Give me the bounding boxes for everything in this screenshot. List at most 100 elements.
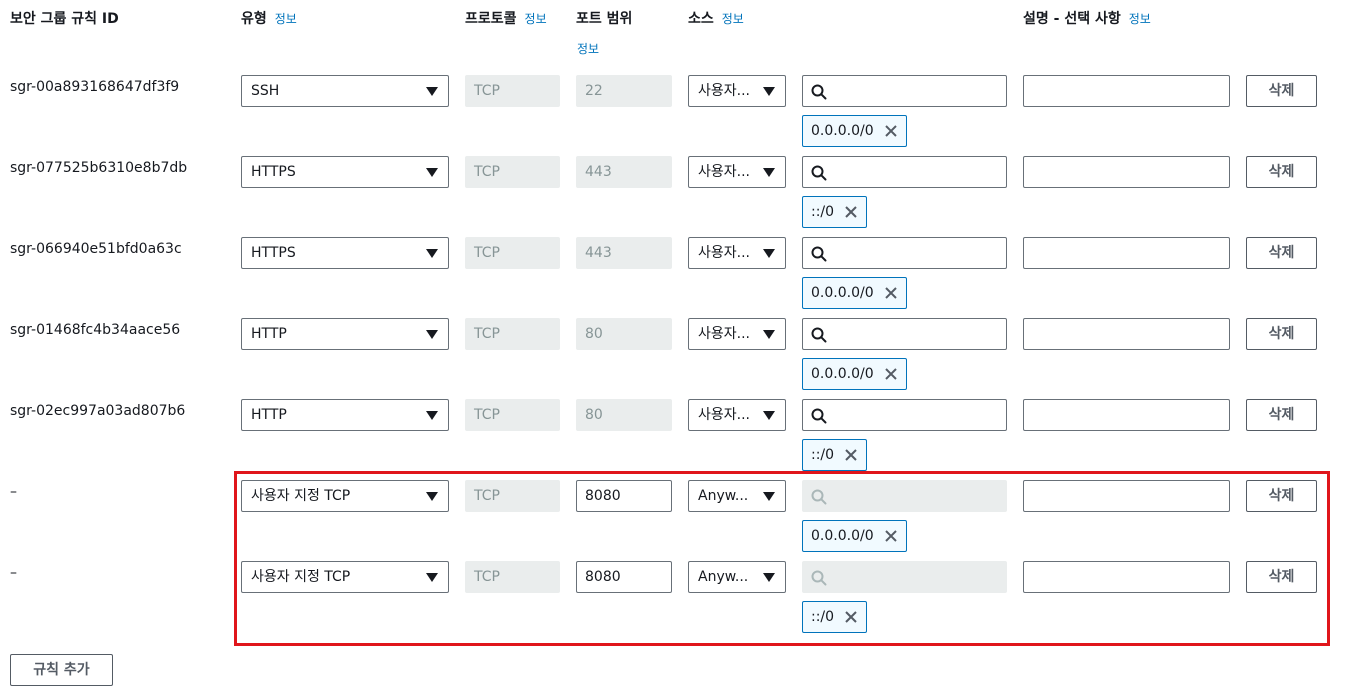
source-info-link[interactable]: 정보 — [722, 12, 744, 26]
port-range-info-link[interactable]: 정보 — [577, 40, 599, 57]
rule-row: sgr-01468fc4b34aace56 HTTP TCP 80 사용자... 0.0.… — [0, 318, 1362, 399]
cidr-token-label: ::/0 — [811, 609, 835, 625]
rule-id: sgr-066940e51bfd0a63c — [10, 241, 182, 257]
header-rule-id: 보안 그룹 규칙 ID — [10, 11, 119, 27]
description-input[interactable] — [1023, 156, 1230, 188]
port-range-input[interactable]: 8080 — [576, 480, 672, 512]
remove-token-icon[interactable] — [884, 367, 898, 381]
rule-row: sgr-066940e51bfd0a63c HTTPS TCP 443 사용자... 0.… — [0, 237, 1362, 318]
description-input[interactable] — [1023, 399, 1230, 431]
add-rule-button[interactable]: 규칙 추가 — [10, 654, 113, 686]
port-range-input[interactable]: 8080 — [576, 561, 672, 593]
caret-down-icon — [763, 411, 775, 420]
type-select-value: 사용자 지정 TCP — [251, 569, 351, 585]
cidr-token-label: 0.0.0.0/0 — [811, 285, 874, 301]
source-search-input[interactable] — [802, 75, 1007, 107]
protocol-field: TCP — [465, 399, 560, 431]
source-select[interactable]: 사용자... — [688, 237, 786, 269]
search-icon — [811, 570, 827, 586]
rule-id: sgr-00a893168647df3f9 — [10, 79, 180, 95]
description-input[interactable] — [1023, 480, 1230, 512]
protocol-field: TCP — [465, 237, 560, 269]
type-select-value: SSH — [251, 83, 280, 99]
source-search-input[interactable] — [802, 318, 1007, 350]
caret-down-icon — [426, 573, 438, 582]
source-select[interactable]: 사용자... — [688, 318, 786, 350]
source-select-value: 사용자... — [698, 245, 750, 261]
description-input[interactable] — [1023, 318, 1230, 350]
search-icon — [811, 165, 827, 181]
type-select-value: 사용자 지정 TCP — [251, 488, 351, 504]
cidr-token-label: ::/0 — [811, 204, 835, 220]
delete-rule-button[interactable]: 삭제 — [1246, 318, 1317, 350]
type-select[interactable]: HTTP — [241, 318, 449, 350]
port-range-field: 22 — [576, 75, 672, 107]
cidr-token: ::/0 — [802, 439, 868, 471]
cidr-token: ::/0 — [802, 601, 868, 633]
source-search-input[interactable] — [802, 237, 1007, 269]
source-search-input[interactable] — [802, 156, 1007, 188]
rule-row: – 사용자 지정 TCP TCP 8080 Anyw...::/0 삭제 — [0, 561, 1362, 642]
type-select[interactable]: 사용자 지정 TCP — [241, 561, 449, 593]
type-info-link[interactable]: 정보 — [275, 12, 297, 26]
rule-id: sgr-02ec997a03ad807b6 — [10, 403, 186, 419]
cidr-token-label: 0.0.0.0/0 — [811, 123, 874, 139]
delete-rule-button[interactable]: 삭제 — [1246, 561, 1317, 593]
protocol-field: TCP — [465, 480, 560, 512]
caret-down-icon — [426, 168, 438, 177]
cidr-token-label: ::/0 — [811, 447, 835, 463]
port-range-field: 80 — [576, 399, 672, 431]
remove-token-icon[interactable] — [844, 205, 858, 219]
rule-id: sgr-077525b6310e8b7db — [10, 160, 188, 176]
source-search-input[interactable] — [802, 399, 1007, 431]
description-input[interactable] — [1023, 237, 1230, 269]
remove-token-icon[interactable] — [884, 286, 898, 300]
type-select-value: HTTPS — [251, 164, 296, 180]
delete-rule-button[interactable]: 삭제 — [1246, 75, 1317, 107]
protocol-info-link[interactable]: 정보 — [525, 12, 547, 26]
type-select-value: HTTP — [251, 326, 287, 342]
type-select[interactable]: SSH — [241, 75, 449, 107]
source-select[interactable]: 사용자... — [688, 399, 786, 431]
delete-rule-button[interactable]: 삭제 — [1246, 237, 1317, 269]
cidr-token: 0.0.0.0/0 — [802, 520, 907, 552]
source-select[interactable]: 사용자... — [688, 75, 786, 107]
remove-token-icon[interactable] — [884, 529, 898, 543]
cidr-token-label: 0.0.0.0/0 — [811, 366, 874, 382]
remove-token-icon[interactable] — [844, 610, 858, 624]
description-input[interactable] — [1023, 561, 1230, 593]
caret-down-icon — [763, 573, 775, 582]
protocol-field: TCP — [465, 561, 560, 593]
delete-rule-button[interactable]: 삭제 — [1246, 156, 1317, 188]
rule-row: sgr-077525b6310e8b7db HTTPS TCP 443 사용자...::… — [0, 156, 1362, 237]
delete-rule-button[interactable]: 삭제 — [1246, 480, 1317, 512]
header-description: 설명 - 선택 사항 정보 — [1023, 11, 1151, 27]
type-select[interactable]: HTTPS — [241, 156, 449, 188]
cidr-token: 0.0.0.0/0 — [802, 358, 907, 390]
search-icon — [811, 408, 827, 424]
type-select-value: HTTPS — [251, 245, 296, 261]
header-protocol: 프로토콜 정보 — [465, 11, 547, 27]
search-icon — [811, 246, 827, 262]
type-select[interactable]: HTTPS — [241, 237, 449, 269]
source-select-value: Anyw... — [698, 488, 749, 504]
type-select[interactable]: HTTP — [241, 399, 449, 431]
caret-down-icon — [763, 330, 775, 339]
header-type: 유형 정보 — [241, 11, 297, 27]
port-range-field: 443 — [576, 156, 672, 188]
caret-down-icon — [426, 411, 438, 420]
protocol-field: TCP — [465, 318, 560, 350]
source-select[interactable]: 사용자... — [688, 156, 786, 188]
search-icon — [811, 489, 827, 505]
remove-token-icon[interactable] — [844, 448, 858, 462]
type-select-value: HTTP — [251, 407, 287, 423]
remove-token-icon[interactable] — [884, 124, 898, 138]
description-info-link[interactable]: 정보 — [1129, 12, 1151, 26]
type-select[interactable]: 사용자 지정 TCP — [241, 480, 449, 512]
cidr-token: 0.0.0.0/0 — [802, 115, 907, 147]
cidr-token-label: 0.0.0.0/0 — [811, 528, 874, 544]
delete-rule-button[interactable]: 삭제 — [1246, 399, 1317, 431]
description-input[interactable] — [1023, 75, 1230, 107]
source-select[interactable]: Anyw... — [688, 480, 786, 512]
source-select[interactable]: Anyw... — [688, 561, 786, 593]
